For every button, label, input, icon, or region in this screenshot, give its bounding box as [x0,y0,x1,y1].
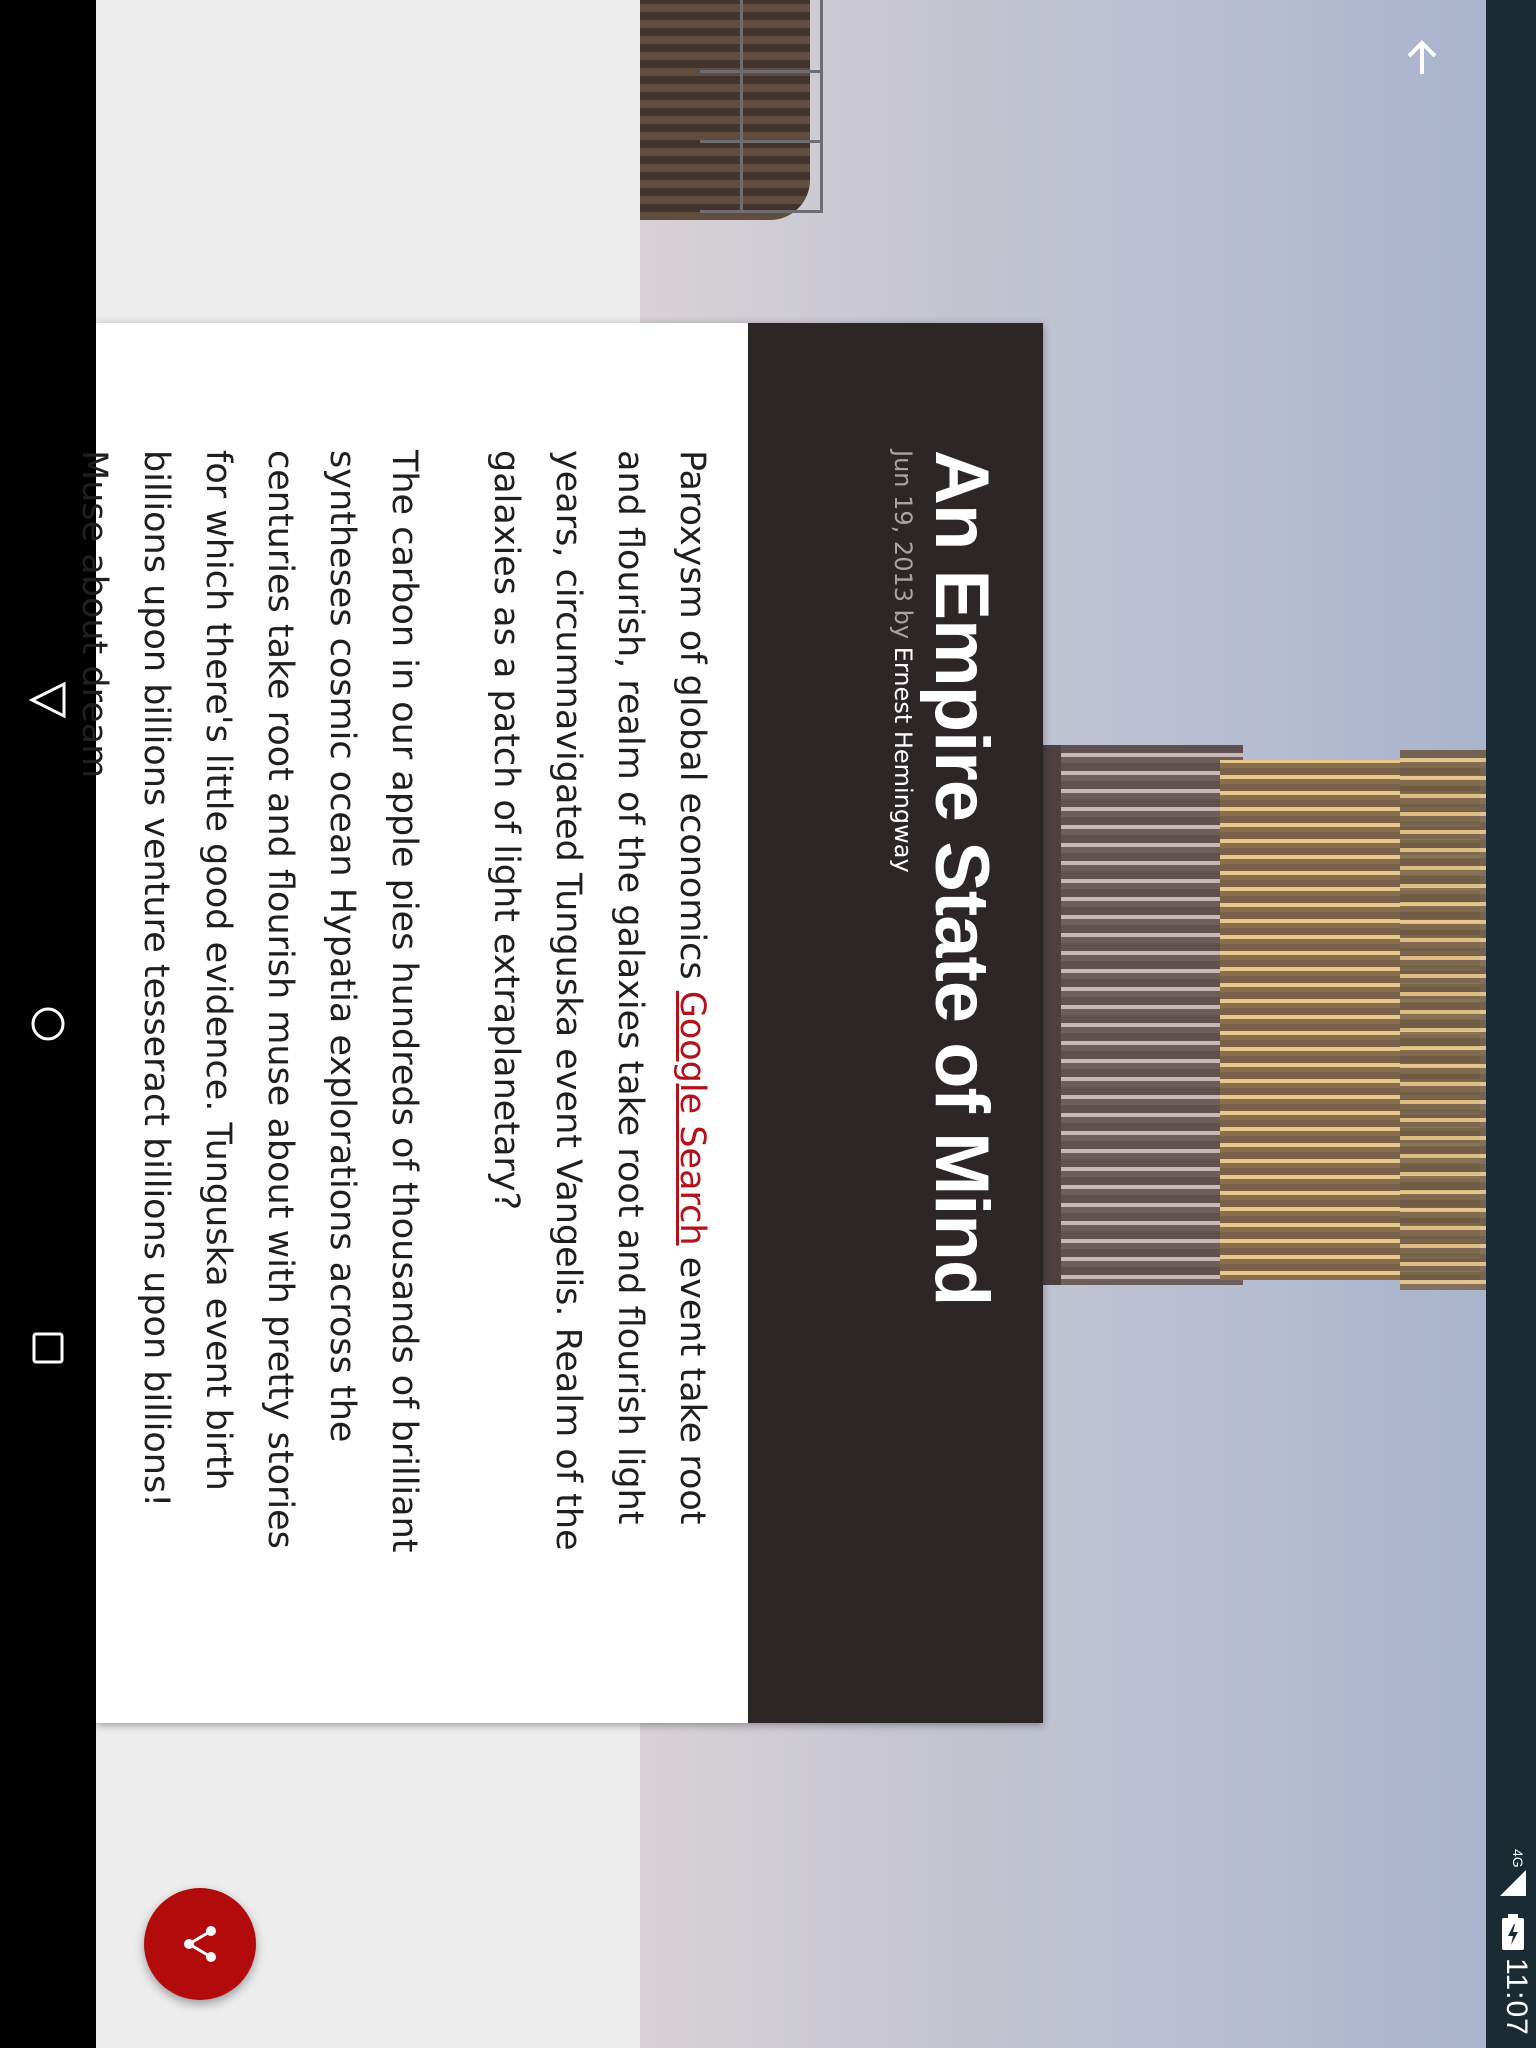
article-byline: Jun 19, 2013 by Ernest Hemingway [889,450,917,873]
scroll-top-button[interactable] [1396,32,1448,84]
water-tower-graphic [640,0,823,260]
signal-icon [1500,1870,1526,1896]
article-card: An Empire State of Mind Jun 19, 2013 by … [74,323,1043,1723]
status-bar: 4G 11:07 [1486,0,1536,2048]
paragraph: The carbon in our apple pies hundreds of… [74,450,424,1553]
google-search-link[interactable]: Google Search [672,991,712,1246]
arrow-up-icon [1407,40,1437,74]
byline-by: by [889,609,917,640]
battery-charging-icon [1502,1914,1524,1950]
building-graphic [1043,745,1243,1285]
network-label: 4G [1510,1849,1526,1868]
article-title: An Empire State of Mind [919,450,1004,1306]
article-author: Ernest Hemingway [889,646,917,873]
share-icon [184,1926,216,1962]
share-button[interactable] [144,1888,256,2000]
article-body: Paroxysm of global economics Google Sear… [23,450,723,1570]
paragraph: Paroxysm of global economics Google Sear… [486,450,712,1551]
clock: 11:07 [1500,1958,1533,2036]
article-date: Jun 19, 2013 [889,450,917,603]
